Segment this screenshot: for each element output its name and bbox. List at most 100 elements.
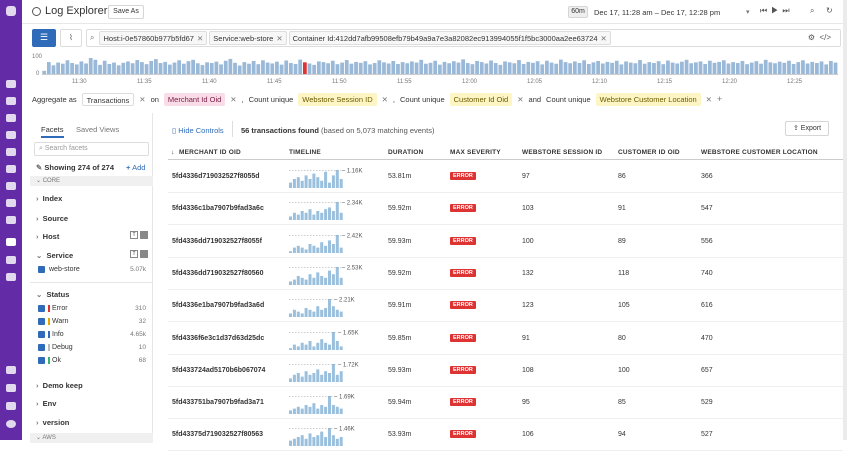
histogram-bar[interactable] (610, 62, 614, 74)
close-icon[interactable]: ✕ (276, 34, 282, 43)
add-icon[interactable]: + (717, 94, 722, 104)
table-row[interactable]: 5fd433724ad5170b6b067074 – 1.72K 59.93m … (168, 355, 843, 387)
histogram-bar[interactable] (270, 63, 275, 74)
histogram-bar[interactable] (731, 62, 735, 74)
measure-chip-location[interactable]: Webstore Customer Location (595, 92, 701, 106)
search-icon[interactable]: ⌕ (810, 6, 814, 16)
histogram-bar[interactable] (167, 64, 172, 74)
histogram-bar[interactable] (233, 62, 237, 74)
column-max-severity[interactable]: MAX SEVERITY (450, 149, 501, 156)
checkbox-web-store[interactable] (38, 266, 45, 273)
measure-chip-session[interactable]: Webstore Session ID (298, 92, 377, 106)
facet-host[interactable]: › Host (36, 232, 59, 241)
datadog-logo-icon[interactable] (6, 6, 16, 16)
timeline-sparkline[interactable]: – 1.72K (289, 357, 367, 385)
histogram-bar[interactable] (535, 61, 540, 74)
merchant-id-cell[interactable]: 5fd4336f6e3c1d37d63d25dc (172, 335, 264, 342)
nav-logs-icon[interactable] (6, 238, 16, 246)
merchant-id-cell[interactable]: 5fd4336dd719032527f80560 (172, 270, 263, 277)
status-label[interactable]: Ok (52, 357, 61, 364)
histogram-bar[interactable] (638, 60, 642, 74)
close-icon[interactable]: ✕ (197, 34, 203, 43)
histogram-bar[interactable] (149, 60, 154, 74)
table-row[interactable]: 5fd43375d719032527f80563 – 1.46K 53.93m … (168, 419, 843, 451)
timeline-sparkline[interactable]: – 1.69K (289, 389, 367, 417)
histogram-bar[interactable] (363, 61, 368, 74)
histogram-bar[interactable] (433, 60, 438, 74)
histogram-bar[interactable] (507, 62, 512, 74)
table-row[interactable]: 5fd4336dd719032527f80560 – 2.53K 59.92m … (168, 258, 843, 290)
histogram-bar[interactable] (526, 61, 531, 74)
histogram-bar[interactable] (796, 62, 801, 74)
histogram-bar[interactable] (456, 62, 461, 74)
facet-value-web-store[interactable]: web-store (49, 266, 80, 273)
histogram-bar[interactable] (675, 63, 680, 74)
histogram-bar[interactable] (577, 63, 582, 74)
facet-menu-icon[interactable] (140, 250, 148, 258)
histogram-bar[interactable] (247, 63, 251, 74)
histogram-bar[interactable] (386, 63, 391, 74)
step-forward-icon[interactable]: ⏭ (782, 6, 793, 15)
histogram-bar[interactable] (93, 59, 98, 74)
histogram-bar[interactable] (116, 65, 121, 74)
histogram-bar[interactable] (572, 61, 577, 74)
merchant-id-cell[interactable]: 5fd433724ad5170b6b067074 (172, 367, 265, 374)
histogram-bar[interactable] (605, 61, 610, 74)
checkbox-status[interactable] (38, 357, 45, 364)
histogram-bar[interactable] (289, 63, 293, 74)
close-icon[interactable]: ✕ (600, 34, 606, 43)
histogram-bar[interactable] (754, 61, 759, 74)
histogram-bar[interactable] (656, 61, 661, 74)
query-chip-service[interactable]: Service:web-store ✕ (209, 31, 287, 45)
column-customer-id[interactable]: CUSTOMER ID OID (618, 149, 680, 156)
histogram-bar[interactable] (130, 63, 135, 74)
histogram-bar[interactable] (470, 64, 475, 74)
histogram-bar[interactable] (326, 63, 330, 74)
close-icon[interactable]: ✕ (139, 95, 145, 104)
column-merchant-id[interactable]: MERCHANT ID OID (179, 149, 241, 156)
histogram-bar[interactable] (195, 63, 200, 74)
facet-index[interactable]: › Index (36, 194, 62, 203)
histogram-bar[interactable] (98, 64, 102, 74)
histogram-bar[interactable] (172, 62, 177, 74)
list-view-icon[interactable]: ☰ (32, 29, 56, 47)
histogram-bar[interactable] (428, 62, 433, 74)
histogram-bar[interactable] (56, 62, 61, 74)
facet-menu-icon[interactable] (140, 231, 148, 239)
histogram-bar[interactable] (186, 61, 191, 74)
histogram-bar[interactable] (88, 58, 93, 74)
histogram-bar[interactable] (642, 63, 647, 74)
pencil-icon[interactable]: ✎ (36, 163, 42, 172)
table-row[interactable]: 5fd4336d719032527f8055d – 1.16K 53.81m E… (168, 161, 843, 193)
histogram-bar[interactable] (154, 59, 158, 74)
histogram-bar[interactable] (540, 64, 545, 74)
chevron-down-icon[interactable]: ▾ (746, 8, 750, 16)
histogram-bar[interactable] (340, 62, 344, 74)
histogram-bar[interactable] (735, 63, 740, 74)
histogram-bar[interactable] (126, 61, 130, 74)
histogram-bar[interactable] (624, 61, 628, 74)
checkbox-status[interactable] (38, 318, 45, 325)
histogram-bar[interactable] (177, 60, 182, 74)
histogram-bar[interactable] (628, 62, 633, 74)
checkbox-status[interactable] (38, 305, 45, 312)
histogram-bar[interactable] (107, 63, 112, 74)
table-row[interactable]: 5fd4336dd719032527f8055f – 2.42K 59.93m … (168, 226, 843, 258)
histogram-bar[interactable] (461, 59, 465, 74)
histogram-bar[interactable] (298, 59, 303, 74)
close-icon[interactable]: ✕ (706, 95, 712, 104)
nav-dashboard-icon[interactable] (6, 80, 16, 88)
count-unique-label[interactable]: Count unique (249, 95, 294, 104)
histogram-bar[interactable] (293, 63, 298, 74)
histogram-bar[interactable] (135, 60, 140, 74)
histogram-bar[interactable] (503, 61, 507, 74)
histogram-bar[interactable] (763, 59, 768, 74)
histogram-bar[interactable] (545, 60, 549, 74)
histogram-bar[interactable] (102, 60, 107, 74)
histogram-bar[interactable] (596, 60, 600, 74)
close-icon[interactable]: ✕ (517, 95, 523, 104)
histogram-bar[interactable] (377, 60, 382, 74)
facet-status[interactable]: ⌄ Status (36, 290, 69, 299)
histogram-bar[interactable] (489, 60, 493, 74)
histogram-bar[interactable] (819, 61, 824, 74)
